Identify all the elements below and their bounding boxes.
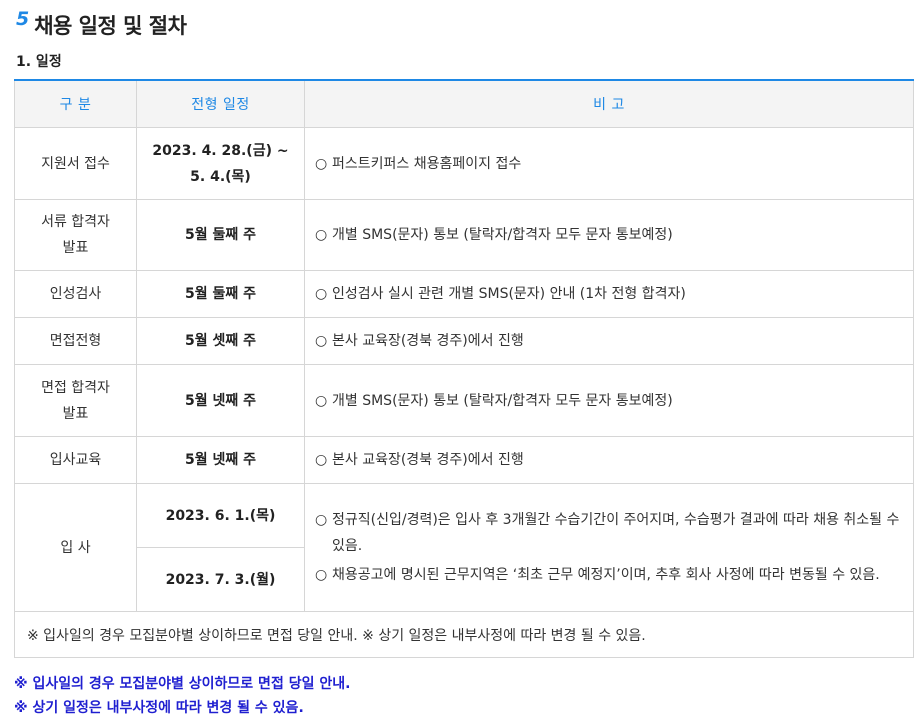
note-text: 퍼스트키퍼스 채용홈페이지 접수: [332, 155, 522, 172]
note-text: 본사 교육장(경북 경주)에서 진행: [332, 452, 524, 468]
row-note: ○ 정규직(신입/경력)은 입사 후 3개월간 수습기간이 주어지며, 수습평가…: [304, 483, 914, 612]
subsection-title: 1. 일정: [16, 54, 62, 70]
note-text: 본사 교육장(경북 경주)에서 진행: [332, 333, 524, 349]
header-schedule: 전형 일정: [136, 79, 305, 128]
row-note: ○ 개별 SMS(문자) 통보 (탈락자/합격자 모두 문자 통보예정): [304, 199, 914, 271]
category-line: 지원서 접수: [41, 155, 110, 172]
row-note: ○ 본사 교육장(경북 경주)에서 진행: [304, 436, 914, 484]
row-date: 2023. 6. 1.(목): [136, 483, 305, 548]
table-header-row: 구 분 전형 일정 비 고: [14, 79, 914, 128]
table-row: 입 사 2023. 6. 1.(목) ○ 정규직(신입/경력)은 입사 후 3개…: [14, 483, 914, 612]
row-date: 5월 넷째 주: [136, 436, 305, 484]
bullet-mark: ○: [315, 333, 328, 349]
note-text: 개별 SMS(문자) 통보 (탈락자/합격자 모두 문자 통보예정): [332, 227, 673, 243]
row-category: 서류 합격자 발표: [14, 199, 137, 271]
row-category: 면접 합격자 발표: [14, 364, 137, 437]
note-item: ○ 개별 SMS(문자) 통보 (탈락자/합격자 모두 문자 통보예정): [315, 388, 903, 414]
section-heading: 채용 일정 및 절차: [34, 14, 187, 38]
table-row: 인성검사 5월 둘째 주 ○ 인성검사 실시 관련 개별 SMS(문자) 안내 …: [14, 270, 914, 318]
row-date: 5월 셋째 주: [136, 317, 305, 365]
row-note: ○ 퍼스트키퍼스 채용홈페이지 접수: [304, 127, 914, 200]
note-text: 채용공고에 명시된 근무지역은 ‘최초 근무 예정지’이며, 추후 회사 사정에…: [332, 567, 880, 583]
row-category: 지원서 접수: [14, 127, 137, 200]
header-remarks: 비 고: [304, 79, 914, 128]
row-date: 5월 둘째 주: [136, 199, 305, 271]
row-category: 입 사: [14, 483, 137, 612]
row-category: 입사교육: [14, 436, 137, 484]
category-line: 발표: [62, 405, 89, 422]
bullet-mark: ○: [315, 286, 328, 302]
note-item: ○ 개별 SMS(문자) 통보 (탈락자/합격자 모두 문자 통보예정): [315, 222, 903, 248]
note-text: 인성검사 실시 관련 개별 SMS(문자) 안내 (1차 전형 합격자): [332, 286, 686, 302]
note-item: ○ 퍼스트키퍼스 채용홈페이지 접수: [315, 151, 903, 177]
table-row: 지원서 접수 2023. 4. 28.(금) ~ 5. 4.(목) ○ 퍼스트키…: [14, 127, 914, 200]
note-item: ○ 채용공고에 명시된 근무지역은 ‘최초 근무 예정지’이며, 추후 회사 사…: [315, 562, 903, 588]
category-line: 인성검사: [49, 286, 102, 302]
bullet-mark: ○: [315, 227, 328, 243]
table-memo: ※ 입사일의 경우 모집분야별 상이하므로 면접 당일 안내. ※ 상기 일정은…: [14, 611, 914, 658]
category-line: 입사교육: [49, 452, 102, 468]
category-line: 면접전형: [49, 333, 102, 349]
table-row: 면접 합격자 발표 5월 넷째 주 ○ 개별 SMS(문자) 통보 (탈락자/합…: [14, 364, 914, 437]
footnote: ※ 입사일의 경우 모집분야별 상이하므로 면접 당일 안내.: [14, 676, 351, 692]
table-row: 입사교육 5월 넷째 주 ○ 본사 교육장(경북 경주)에서 진행: [14, 436, 914, 484]
note-text: 정규직(신입/경력)은 입사 후 3개월간 수습기간이 주어지며, 수습평가 결…: [332, 512, 900, 554]
schedule-table: 구 분 전형 일정 비 고 지원서 접수 2023. 4. 28.(금) ~ 5…: [14, 79, 914, 658]
bullet-mark: ○: [315, 512, 328, 528]
table-memo-row: ※ 입사일의 경우 모집분야별 상이하므로 면접 당일 안내. ※ 상기 일정은…: [14, 611, 914, 658]
row-date: 2023. 4. 28.(금) ~ 5. 4.(목): [136, 127, 305, 200]
row-date: 2023. 7. 3.(월): [136, 547, 305, 612]
note-item: ○ 인성검사 실시 관련 개별 SMS(문자) 안내 (1차 전형 합격자): [315, 281, 903, 307]
note-item: ○ 본사 교육장(경북 경주)에서 진행: [315, 447, 903, 473]
section-number: 5: [16, 8, 30, 30]
category-line: 발표: [62, 240, 89, 256]
row-date: 5월 둘째 주: [136, 270, 305, 318]
bullet-mark: ○: [315, 155, 328, 172]
category-line: 면접 합격자: [41, 379, 110, 396]
section-title: 5 채용 일정 및 절차: [16, 6, 187, 40]
bullet-mark: ○: [315, 567, 328, 583]
row-date: 5월 넷째 주: [136, 364, 305, 437]
header-category: 구 분: [14, 79, 137, 128]
note-item: ○ 본사 교육장(경북 경주)에서 진행: [315, 328, 903, 354]
note-text: 개별 SMS(문자) 통보 (탈락자/합격자 모두 문자 통보예정): [332, 392, 673, 409]
bullet-mark: ○: [315, 452, 328, 468]
category-line: 입 사: [60, 539, 91, 556]
row-category: 면접전형: [14, 317, 137, 365]
table-row: 면접전형 5월 셋째 주 ○ 본사 교육장(경북 경주)에서 진행: [14, 317, 914, 365]
bullet-mark: ○: [315, 392, 328, 409]
row-note: ○ 인성검사 실시 관련 개별 SMS(문자) 안내 (1차 전형 합격자): [304, 270, 914, 318]
category-line: 서류 합격자: [41, 214, 110, 230]
footnote: ※ 상기 일정은 내부사정에 따라 변경 될 수 있음.: [14, 700, 304, 716]
row-note: ○ 본사 교육장(경북 경주)에서 진행: [304, 317, 914, 365]
row-category: 인성검사: [14, 270, 137, 318]
table-row: 서류 합격자 발표 5월 둘째 주 ○ 개별 SMS(문자) 통보 (탈락자/합…: [14, 199, 914, 271]
row-note: ○ 개별 SMS(문자) 통보 (탈락자/합격자 모두 문자 통보예정): [304, 364, 914, 437]
note-item: ○ 정규직(신입/경력)은 입사 후 3개월간 수습기간이 주어지며, 수습평가…: [315, 507, 903, 559]
